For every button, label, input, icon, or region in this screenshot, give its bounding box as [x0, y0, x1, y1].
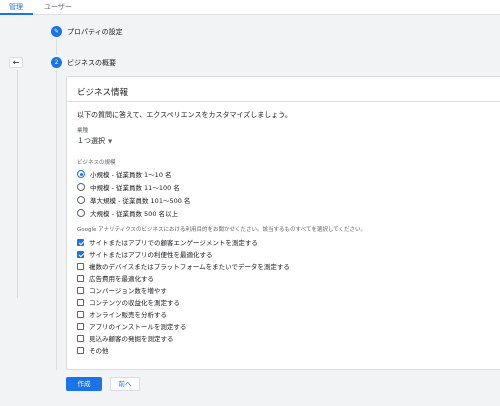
purpose-option[interactable]: 広告費用を最適化する — [77, 273, 154, 283]
size-option-label: 小規模 - 従業員数 1～10 名 — [90, 171, 172, 179]
purpose-option-label: コンテンツの収益化を測定する — [89, 299, 180, 307]
checkbox-icon[interactable] — [77, 274, 84, 282]
checkbox-icon[interactable] — [77, 262, 84, 270]
purpose-option-label: 広告費用を最適化する — [89, 275, 154, 283]
checkbox-icon[interactable] — [77, 310, 84, 318]
purpose-option[interactable]: サイトまたはアプリでの顧客エンゲージメントを測定する — [77, 237, 258, 247]
checkbox-icon[interactable] — [77, 322, 84, 330]
size-option-label: 準大規模 - 従業員数 101～500 名 — [90, 197, 191, 205]
previous-button[interactable]: 前へ — [110, 377, 140, 391]
checkbox-icon[interactable] — [77, 286, 84, 294]
size-option-label: 大規模 - 従業員数 500 名以上 — [90, 210, 179, 218]
purpose-option[interactable]: コンバージョン数を増やす — [77, 285, 167, 295]
industry-select[interactable]: １つ選択 ▼ — [77, 136, 112, 146]
active-tab-indicator — [0, 13, 33, 15]
tab-admin[interactable]: 管理 — [9, 2, 23, 12]
purpose-option-label: 複数のデバイスまたはプラットフォームをまたいでデータを測定する — [89, 263, 290, 271]
intro-text: 以下の質問に答えて、エクスペリエンスをカスタマイズしましょう。 — [77, 111, 292, 119]
step-connector — [56, 39, 57, 55]
left-divider — [17, 70, 18, 298]
step-connector-2 — [56, 70, 57, 370]
size-label: ビジネスの規模 — [77, 160, 116, 166]
card-divider — [67, 101, 500, 102]
checkbox-icon[interactable] — [77, 346, 84, 354]
purpose-option[interactable]: コンテンツの収益化を測定する — [77, 297, 180, 307]
purpose-option[interactable]: オンライン販売を分析する — [77, 309, 167, 319]
step-number-badge: 2 — [51, 57, 62, 68]
create-button[interactable]: 作成 — [66, 377, 102, 391]
purpose-option[interactable]: アプリのインストールを測定する — [77, 321, 186, 331]
industry-label: 業種 — [77, 128, 89, 134]
size-option[interactable]: 小規模 - 従業員数 1～10 名 — [77, 169, 172, 179]
card-title: ビジネス情報 — [77, 88, 129, 98]
size-option[interactable]: 準大規模 - 従業員数 101～500 名 — [77, 195, 190, 205]
business-info-card: ビジネス情報 以下の質問に答えて、エクスペリエンスをカスタマイズしましょう。 業… — [66, 76, 500, 370]
checkbox-checked-icon[interactable] — [77, 238, 84, 246]
top-tabbar: 管理 ユーザー — [0, 0, 500, 15]
purpose-option-label: その他 — [89, 347, 109, 355]
radio-icon[interactable] — [77, 196, 85, 204]
radio-icon[interactable] — [77, 183, 85, 191]
purpose-option[interactable]: サイトまたはアプリの利便性を最適化する — [77, 249, 213, 259]
purpose-option-label: アプリのインストールを測定する — [89, 323, 187, 331]
caret-down-icon: ▼ — [108, 139, 113, 145]
back-arrow-button[interactable]: ← — [9, 57, 23, 68]
step-business-overview: ビジネスの概要 — [67, 59, 116, 67]
checkbox-checked-icon[interactable] — [77, 250, 84, 258]
purpose-option[interactable]: 複数のデバイスまたはプラットフォームをまたいでデータを測定する — [77, 261, 290, 271]
purpose-option[interactable]: その他 — [77, 345, 109, 355]
purpose-option-label: 見込み顧客の発掘を測定する — [89, 335, 174, 343]
checkbox-icon[interactable] — [77, 334, 84, 342]
radio-icon[interactable] — [77, 209, 85, 217]
pencil-icon: ✎ — [51, 26, 62, 37]
industry-select-value: １つ選択 — [77, 137, 105, 145]
size-option-label: 中規模 - 従業員数 11～100 名 — [90, 184, 180, 192]
purpose-label: Google アナリティクスのビジネスにおける利用目的をお聞かせください。該当す… — [77, 227, 366, 233]
size-option[interactable]: 大規模 - 従業員数 500 名以上 — [77, 208, 178, 218]
tab-users[interactable]: ユーザー — [44, 2, 72, 12]
step-property-settings[interactable]: プロパティの設定 — [67, 27, 123, 37]
size-option[interactable]: 中規模 - 従業員数 11～100 名 — [77, 182, 180, 192]
radio-selected-icon[interactable] — [77, 170, 85, 178]
purpose-option-label: コンバージョン数を増やす — [89, 287, 167, 295]
checkbox-icon[interactable] — [77, 298, 84, 306]
purpose-option-label: サイトまたはアプリの利便性を最適化する — [89, 251, 213, 259]
purpose-option-label: オンライン販売を分析する — [89, 311, 167, 319]
purpose-option[interactable]: 見込み顧客の発掘を測定する — [77, 333, 174, 343]
purpose-option-label: サイトまたはアプリでの顧客エンゲージメントを測定する — [89, 239, 258, 247]
